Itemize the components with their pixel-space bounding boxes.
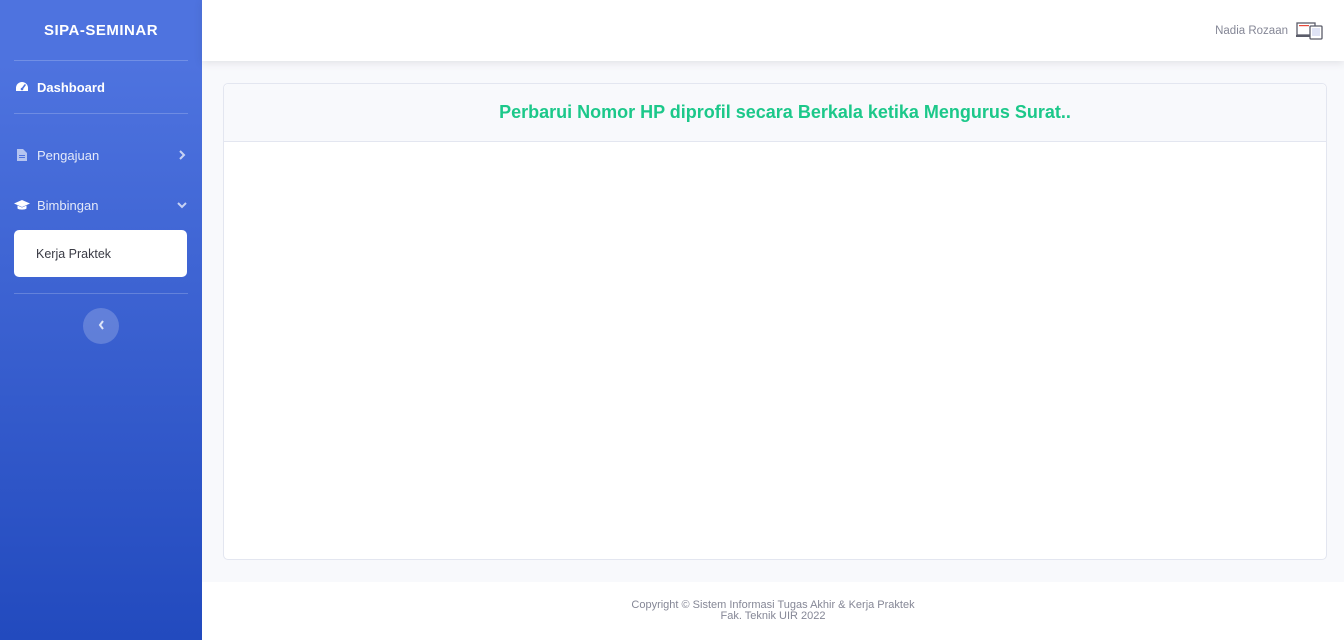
announcement-card: Perbarui Nomor HP diprofil secara Berkal… — [223, 83, 1327, 560]
chevron-right-icon — [176, 150, 188, 160]
sidebar-item-label: Bimbingan — [37, 197, 99, 213]
topbar: Nadia Rozaan — [202, 0, 1344, 61]
sidebar-item-pengajuan[interactable]: Pengajuan — [0, 130, 202, 180]
sidebar-item-dashboard[interactable]: Dashboard — [0, 61, 202, 113]
card-header: Perbarui Nomor HP diprofil secara Berkal… — [224, 84, 1326, 142]
sidebar-item-label: Dashboard — [37, 79, 105, 95]
tachometer-icon — [14, 81, 30, 93]
sidebar: SIPA-SEMINAR Dashboard Pengajuan Bimbing… — [0, 0, 202, 640]
devices-icon[interactable] — [1296, 21, 1324, 41]
bimbingan-submenu: Kerja Praktek — [14, 230, 187, 277]
card-title: Perbarui Nomor HP diprofil secara Berkal… — [499, 102, 1071, 122]
footer-institution: Fak. Teknik UIR 2022 — [720, 610, 826, 622]
submenu-item-kerja-praktek[interactable]: Kerja Praktek — [36, 247, 111, 261]
sidebar-item-bimbingan[interactable]: Bimbingan — [0, 180, 202, 230]
footer: Copyright © Sistem Informasi Tugas Akhir… — [202, 582, 1344, 640]
sidebar-item-label: Pengajuan — [37, 147, 100, 163]
chevron-down-icon — [176, 201, 188, 209]
user-name[interactable]: Nadia Rozaan — [1215, 25, 1288, 37]
sidebar-toggle-button[interactable] — [83, 308, 119, 344]
file-icon — [14, 149, 30, 161]
graduation-cap-icon — [14, 199, 30, 211]
brand-title[interactable]: SIPA-SEMINAR — [0, 0, 202, 60]
chevron-left-icon — [98, 317, 105, 335]
sidebar-divider — [14, 293, 188, 294]
